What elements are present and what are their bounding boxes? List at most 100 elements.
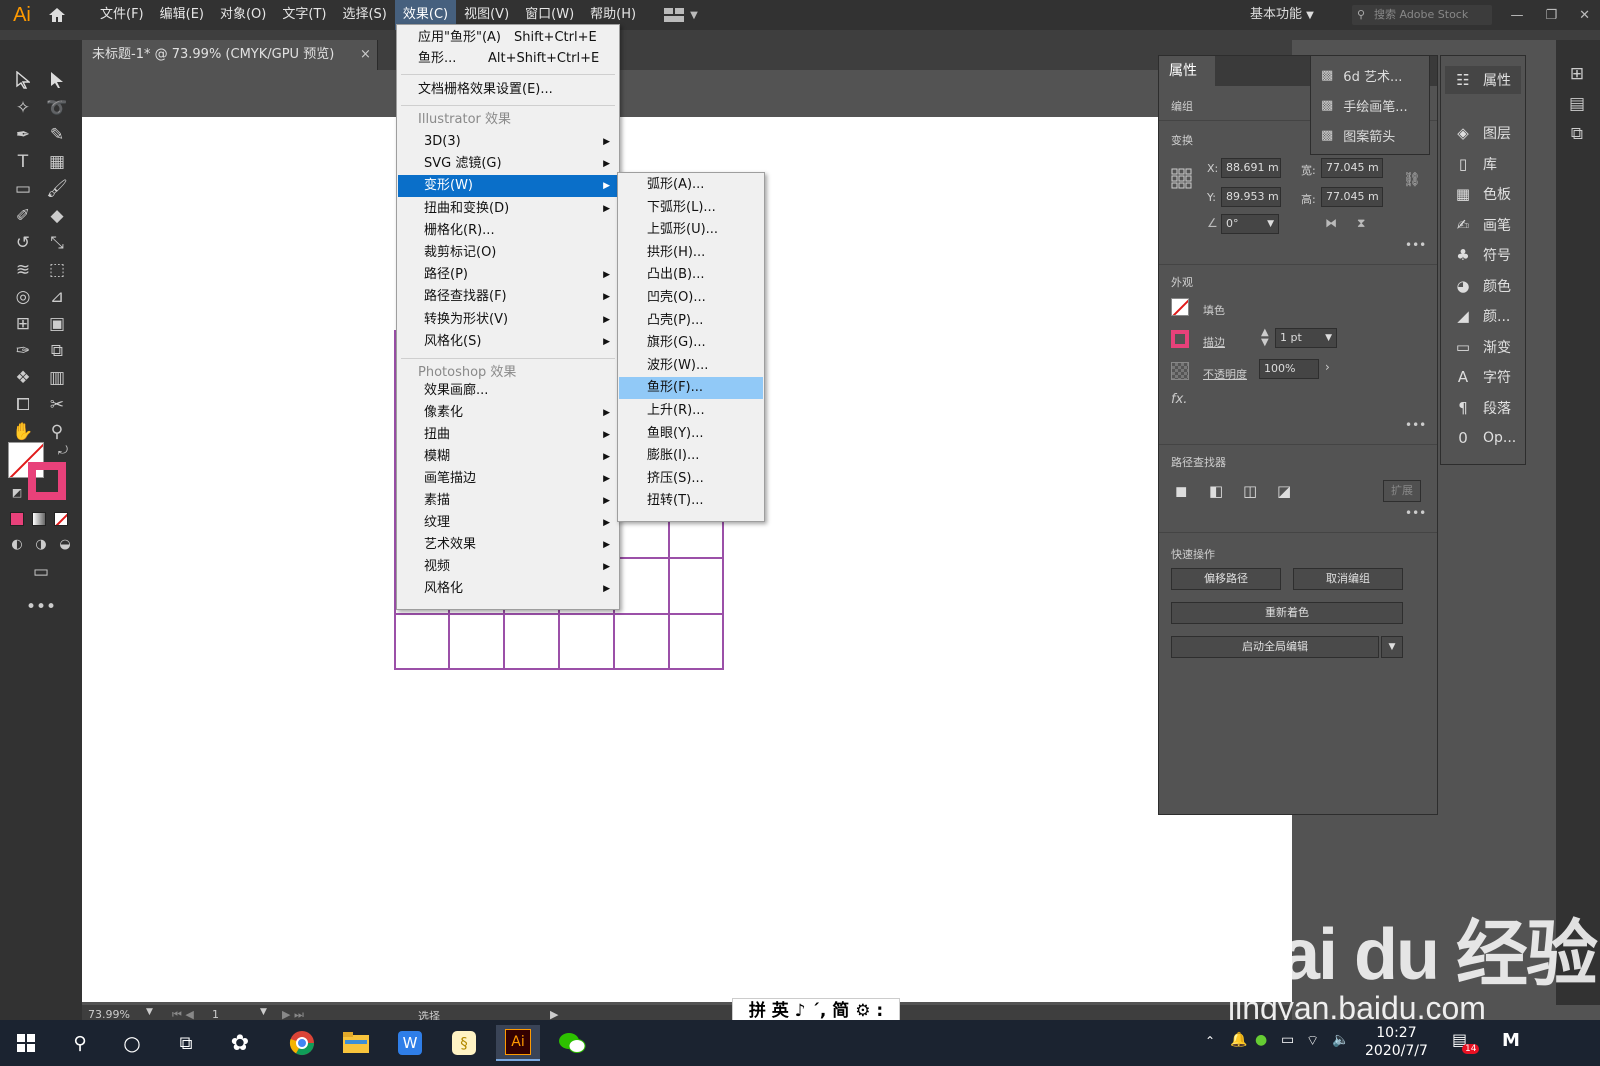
transform-icon[interactable]: ⧉ bbox=[1564, 122, 1590, 146]
menu-item-warp[interactable]: 凸出(B)... bbox=[619, 264, 763, 286]
blend-tool-icon[interactable]: ⧉ bbox=[44, 339, 70, 363]
more-tools-icon[interactable]: ••• bbox=[26, 595, 56, 619]
draw-normal-icon[interactable]: ◐ bbox=[4, 532, 30, 556]
chevron-down-icon[interactable]: ▼ bbox=[146, 1007, 153, 1017]
minus-front-icon[interactable]: ◧ bbox=[1209, 482, 1223, 500]
screen-mode-icon[interactable]: ▭ bbox=[28, 560, 54, 584]
chevron-down-icon[interactable]: ▼ bbox=[1381, 636, 1403, 658]
flip-vertical-icon[interactable]: ⧗ bbox=[1357, 216, 1365, 231]
chevron-down-icon[interactable]: ▼ bbox=[260, 1007, 267, 1017]
arrange-documents-button[interactable]: ▼ bbox=[664, 8, 698, 22]
default-colors-icon[interactable]: ◩ bbox=[4, 480, 30, 504]
scale-tool-icon[interactable]: ⤡ bbox=[44, 231, 70, 255]
dock-layers[interactable]: ◈ 图层 bbox=[1453, 119, 1511, 147]
wifi-icon[interactable]: ⌔ bbox=[1306, 1032, 1319, 1050]
dock-properties[interactable]: ☷ 属性 bbox=[1445, 66, 1521, 94]
align-icon[interactable]: ▤ bbox=[1564, 92, 1590, 116]
menu-item-photoshop-effect[interactable]: 纹理 ▶ bbox=[398, 512, 618, 534]
x-field[interactable]: 88.691 m bbox=[1221, 158, 1281, 178]
stroke-swatch-panel[interactable] bbox=[1171, 330, 1189, 348]
chevron-right-icon[interactable]: › bbox=[1325, 360, 1330, 374]
menu-item-warp[interactable]: 凹壳(O)... bbox=[619, 287, 763, 309]
exclude-icon[interactable]: ◪ bbox=[1277, 482, 1291, 500]
menu-type[interactable]: 文字(T) bbox=[274, 0, 334, 30]
workspace-switcher[interactable]: 基本功能 ▼ bbox=[1250, 0, 1314, 30]
wps-icon[interactable]: W bbox=[388, 1025, 432, 1061]
rotate-tool-icon[interactable]: ↺ bbox=[10, 231, 36, 255]
menu-item-photoshop-effect[interactable]: 像素化 ▶ bbox=[398, 402, 618, 424]
rectangle-tool-icon[interactable]: ▭ bbox=[10, 177, 36, 201]
menu-item-illustrator-effect[interactable]: 栅格化(R)... bbox=[398, 220, 618, 242]
more-options-icon[interactable]: ••• bbox=[1405, 238, 1426, 252]
rotate-field[interactable]: 0° ▼ bbox=[1221, 214, 1279, 234]
stock-search-input[interactable]: ⚲ 搜索 Adobe Stock bbox=[1352, 5, 1492, 25]
artboards-icon[interactable]: ⊞ bbox=[1564, 62, 1590, 86]
fill-none-swatch[interactable] bbox=[1171, 298, 1189, 316]
cortana-icon[interactable]: ○ bbox=[110, 1025, 154, 1061]
dock-gradient[interactable]: ▭ 渐变 bbox=[1453, 333, 1511, 361]
stroke-weight-field[interactable]: 1 pt ▼ bbox=[1275, 328, 1337, 348]
offset-path-button[interactable]: 偏移路径 bbox=[1171, 568, 1281, 590]
unite-icon[interactable]: ◼ bbox=[1175, 482, 1187, 500]
dock-brushes[interactable]: ✍ 画笔 bbox=[1453, 211, 1511, 239]
type-tool-icon[interactable]: T bbox=[10, 150, 36, 174]
dock-symbols[interactable]: ♣ 符号 bbox=[1453, 241, 1511, 269]
menu-item-warp[interactable]: 鱼眼(Y)... bbox=[619, 423, 763, 445]
dock-paragraph[interactable]: ¶ 段落 bbox=[1453, 394, 1511, 422]
menu-item-photoshop-effect[interactable]: 视频 ▶ bbox=[398, 556, 618, 578]
fx-icon[interactable]: fx. bbox=[1171, 392, 1187, 407]
pen-tool-icon[interactable]: ✒ bbox=[10, 123, 36, 147]
menu-item-illustrator-effect[interactable]: SVG 滤镜(G) ▶ bbox=[398, 153, 618, 175]
swap-fill-stroke-icon[interactable]: ⤾ bbox=[50, 438, 76, 462]
menu-item-photoshop-effect[interactable]: 画笔描边 ▶ bbox=[398, 468, 618, 490]
grid-tool-icon[interactable]: ▦ bbox=[44, 150, 70, 174]
direct-selection-tool-icon[interactable] bbox=[44, 68, 70, 92]
brush-item[interactable]: ▩ 6d 艺术... bbox=[1321, 66, 1402, 85]
menu-item-warp[interactable]: 波形(W)... bbox=[619, 355, 763, 377]
menu-item-warp[interactable]: 拱形(H)... bbox=[619, 242, 763, 264]
intersect-icon[interactable]: ◫ bbox=[1243, 482, 1257, 500]
constrain-link-icon[interactable]: ⛓ bbox=[1403, 172, 1421, 188]
menu-item-illustrator-effect[interactable]: 裁剪标记(O) bbox=[398, 242, 618, 264]
minimize-icon[interactable]: — bbox=[1510, 8, 1523, 23]
menu-item-illustrator-effect[interactable]: 转换为形状(V) ▶ bbox=[398, 309, 618, 331]
menu-item-warp[interactable]: 凸壳(P)... bbox=[619, 310, 763, 332]
slice-tool-icon[interactable]: ✂ bbox=[44, 393, 70, 417]
menu-item-warp[interactable]: 下弧形(L)... bbox=[619, 197, 763, 219]
menu-item-warp[interactable]: 鱼形(F)... bbox=[619, 377, 763, 400]
tab-properties[interactable]: 属性 bbox=[1159, 56, 1215, 86]
reference-point-icon[interactable] bbox=[1171, 168, 1193, 190]
opacity-field[interactable]: 100% bbox=[1259, 359, 1319, 379]
tray-app-icon[interactable]: ● bbox=[1255, 1032, 1267, 1048]
close-icon[interactable]: ✕ bbox=[1579, 8, 1590, 23]
flip-horizontal-icon[interactable]: ⧓ bbox=[1325, 216, 1337, 230]
opacity-label[interactable]: 不透明度 bbox=[1203, 366, 1247, 382]
chrome-icon[interactable] bbox=[280, 1025, 324, 1061]
expand-button[interactable]: 扩展 bbox=[1383, 480, 1421, 502]
menu-item-warp[interactable]: 扭转(T)... bbox=[619, 490, 763, 512]
eyedropper-icon[interactable]: ✑ bbox=[10, 339, 36, 363]
shape-builder-icon[interactable]: ◎ bbox=[10, 285, 36, 309]
gradient-tool-icon[interactable]: ▣ bbox=[44, 312, 70, 336]
menu-item-warp[interactable]: 旗形(G)... bbox=[619, 332, 763, 354]
notification-bell-icon[interactable]: 🔔 bbox=[1230, 1032, 1247, 1048]
menu-item-illustrator-effect[interactable]: 路径查找器(F) ▶ bbox=[398, 286, 618, 308]
global-edit-button[interactable]: 启动全局编辑 bbox=[1171, 636, 1379, 658]
menu-item-warp[interactable]: 挤压(S)... bbox=[619, 468, 763, 490]
ungroup-button[interactable]: 取消编组 bbox=[1293, 568, 1403, 590]
menu-item-warp[interactable]: 弧形(A)... bbox=[619, 174, 763, 196]
document-tab[interactable]: 未标题-1* @ 73.99% (CMYK/GPU 预览) bbox=[82, 40, 378, 70]
menu-select[interactable]: 选择(S) bbox=[334, 0, 394, 30]
brush-item[interactable]: ▩ 手绘画笔... bbox=[1321, 96, 1408, 115]
notes-app-icon[interactable]: § bbox=[442, 1025, 486, 1061]
restore-icon[interactable]: ❐ bbox=[1545, 8, 1557, 23]
dock-color[interactable]: ◕ 颜色 bbox=[1453, 272, 1511, 300]
hand-tool-icon[interactable]: ✋ bbox=[10, 420, 36, 444]
menu-item-doc-raster[interactable]: 文档栅格效果设置(E)... bbox=[398, 79, 618, 101]
warp-tool-icon[interactable]: ≋ bbox=[10, 258, 36, 282]
draw-behind-icon[interactable]: ◑ bbox=[28, 532, 54, 556]
menu-object[interactable]: 对象(O) bbox=[212, 0, 274, 30]
column-graph-icon[interactable]: ▥ bbox=[44, 366, 70, 390]
none-mode-icon[interactable] bbox=[54, 512, 68, 526]
close-tab-icon[interactable]: × bbox=[360, 40, 371, 70]
